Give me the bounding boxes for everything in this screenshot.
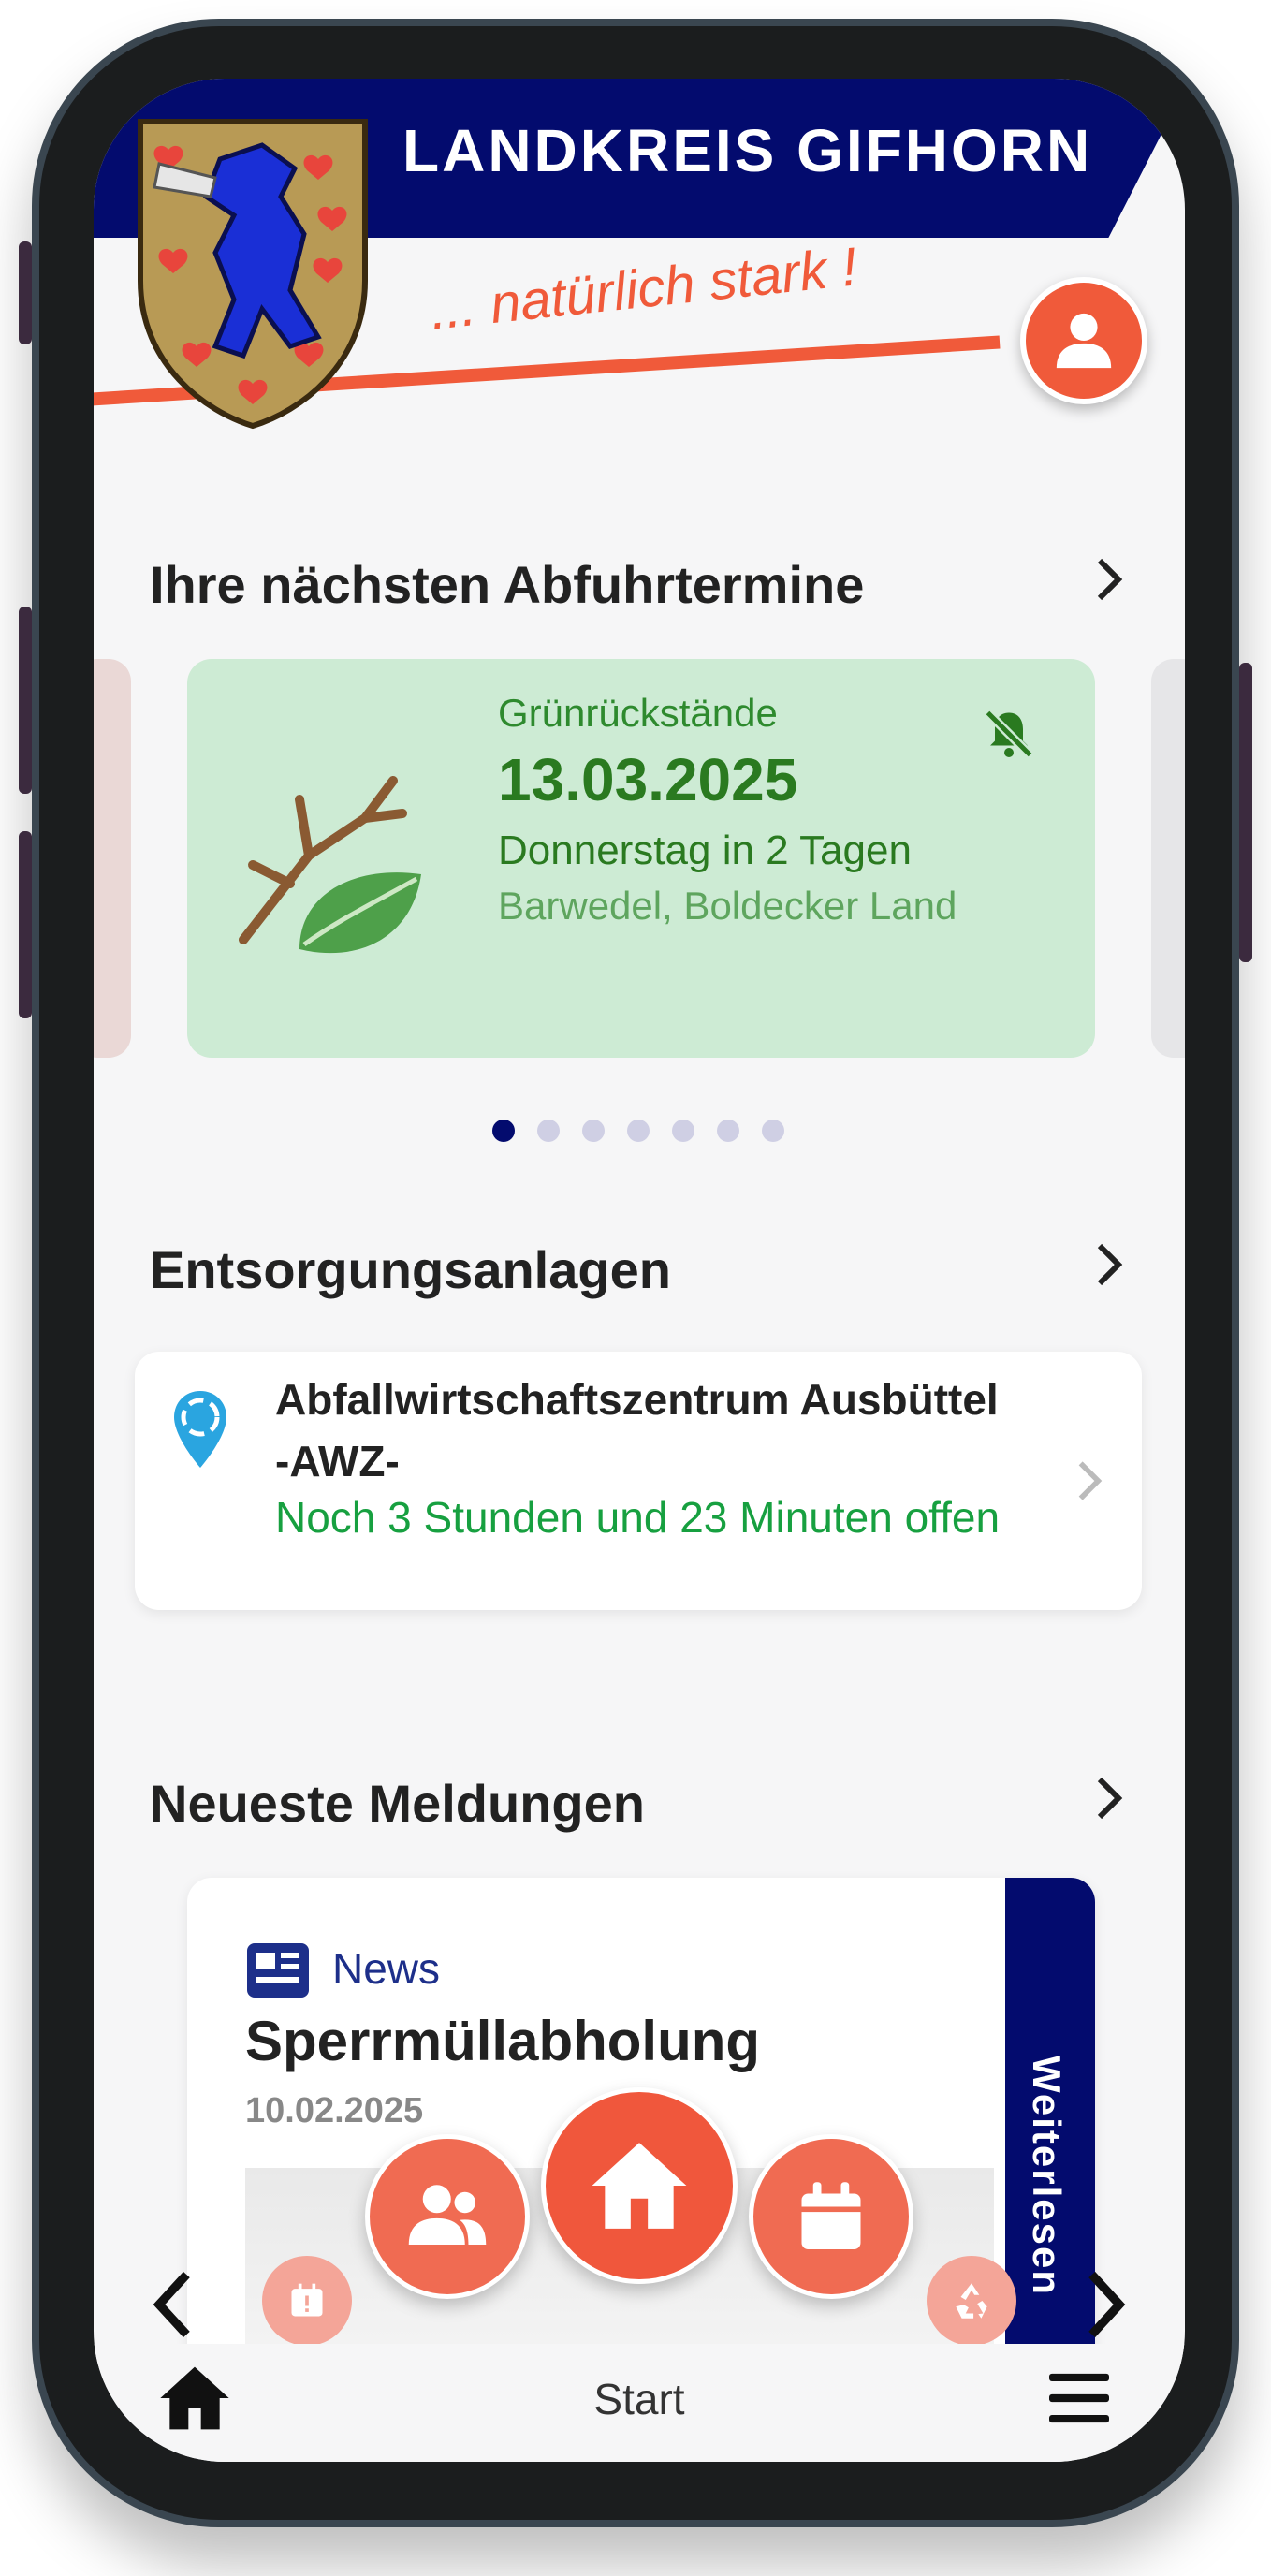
bottom-bar: Start xyxy=(94,2344,1185,2462)
pagination-dot[interactable] xyxy=(537,1120,560,1142)
recycling-pin-icon xyxy=(174,1391,226,1468)
pickup-date: 13.03.2025 xyxy=(498,746,798,813)
header-title: LANDKREIS GIFHORN xyxy=(402,117,1093,184)
pagination-dot[interactable] xyxy=(762,1120,784,1142)
calendar-alert-button[interactable] xyxy=(262,2256,352,2346)
news-category: News xyxy=(332,1944,441,1993)
next-pickup-card-peek[interactable] xyxy=(1151,659,1185,1058)
recycle-icon xyxy=(956,2283,987,2319)
calendar-icon xyxy=(801,2182,861,2249)
facility-chevron-icon xyxy=(1078,1461,1103,1500)
pagination-dot[interactable] xyxy=(672,1120,694,1142)
recycle-button[interactable] xyxy=(927,2256,1016,2346)
pickup-waste-type: Grünrückstände xyxy=(498,691,778,735)
coat-of-arms-logo xyxy=(138,119,368,430)
user-icon xyxy=(1056,313,1112,369)
facilities-section-chevron-icon[interactable] xyxy=(1086,1237,1132,1293)
pagination-dot[interactable] xyxy=(492,1120,515,1142)
facilities-section-title: Entsorgungsanlagen xyxy=(150,1240,671,1299)
volume-up-button xyxy=(19,607,32,794)
news-section-chevron-icon[interactable] xyxy=(1086,1770,1132,1826)
read-more-label: Weiterlesen xyxy=(1025,2056,1069,2296)
news-title: Sperrmüllabholung xyxy=(245,2010,761,2072)
home-button[interactable] xyxy=(541,2087,738,2284)
people-icon xyxy=(408,2185,487,2245)
app-screen: LANDKREIS GIFHORN ... natürlich stark ! … xyxy=(94,79,1185,2462)
pickup-card[interactable]: Grünrückstände 13.03.2025 Donnerstag in … xyxy=(187,659,1095,1058)
community-button[interactable] xyxy=(365,2134,530,2299)
news-date: 10.02.2025 xyxy=(245,2091,424,2130)
nav-prev-arrow-icon[interactable] xyxy=(146,2267,202,2342)
pagination-dot[interactable] xyxy=(717,1120,739,1142)
prev-pickup-card-peek[interactable] xyxy=(94,659,131,1058)
bottom-bar-label: Start xyxy=(593,2375,685,2423)
facility-name: Abfallwirtschaftszentrum Ausbüttel -AWZ- xyxy=(275,1375,999,1486)
pickup-location: Barwedel, Boldecker Land xyxy=(498,884,957,928)
power-button xyxy=(1239,663,1252,962)
bell-off-icon[interactable] xyxy=(981,706,1037,762)
pickup-pagination xyxy=(492,1120,784,1142)
home-icon xyxy=(592,2143,687,2229)
pickup-section-title: Ihre nächsten Abfuhrtermine xyxy=(150,555,865,614)
nav-next-arrow-icon[interactable] xyxy=(1076,2267,1132,2342)
header-slogan: ... natürlich stark ! xyxy=(427,236,860,342)
pagination-dot[interactable] xyxy=(582,1120,605,1142)
pagination-dot[interactable] xyxy=(627,1120,650,1142)
facility-open-status: Noch 3 Stunden und 23 Minuten offen xyxy=(275,1493,1001,1542)
hamburger-menu-icon[interactable] xyxy=(1046,2368,1112,2428)
newspaper-icon xyxy=(247,1943,309,1998)
facility-card[interactable]: Abfallwirtschaftszentrum Ausbüttel -AWZ-… xyxy=(135,1352,1142,1610)
branch-leaf-icon xyxy=(239,776,421,954)
profile-button[interactable] xyxy=(1020,277,1147,404)
calendar-alert-icon xyxy=(291,2283,323,2317)
calendar-button[interactable] xyxy=(749,2134,913,2299)
volume-down-button xyxy=(19,831,32,1018)
pickup-section-chevron-icon[interactable] xyxy=(1086,551,1132,607)
news-section-title: Neueste Meldungen xyxy=(150,1774,645,1833)
mute-switch xyxy=(19,242,32,344)
pickup-day: Donnerstag in 2 Tagen xyxy=(498,827,912,873)
